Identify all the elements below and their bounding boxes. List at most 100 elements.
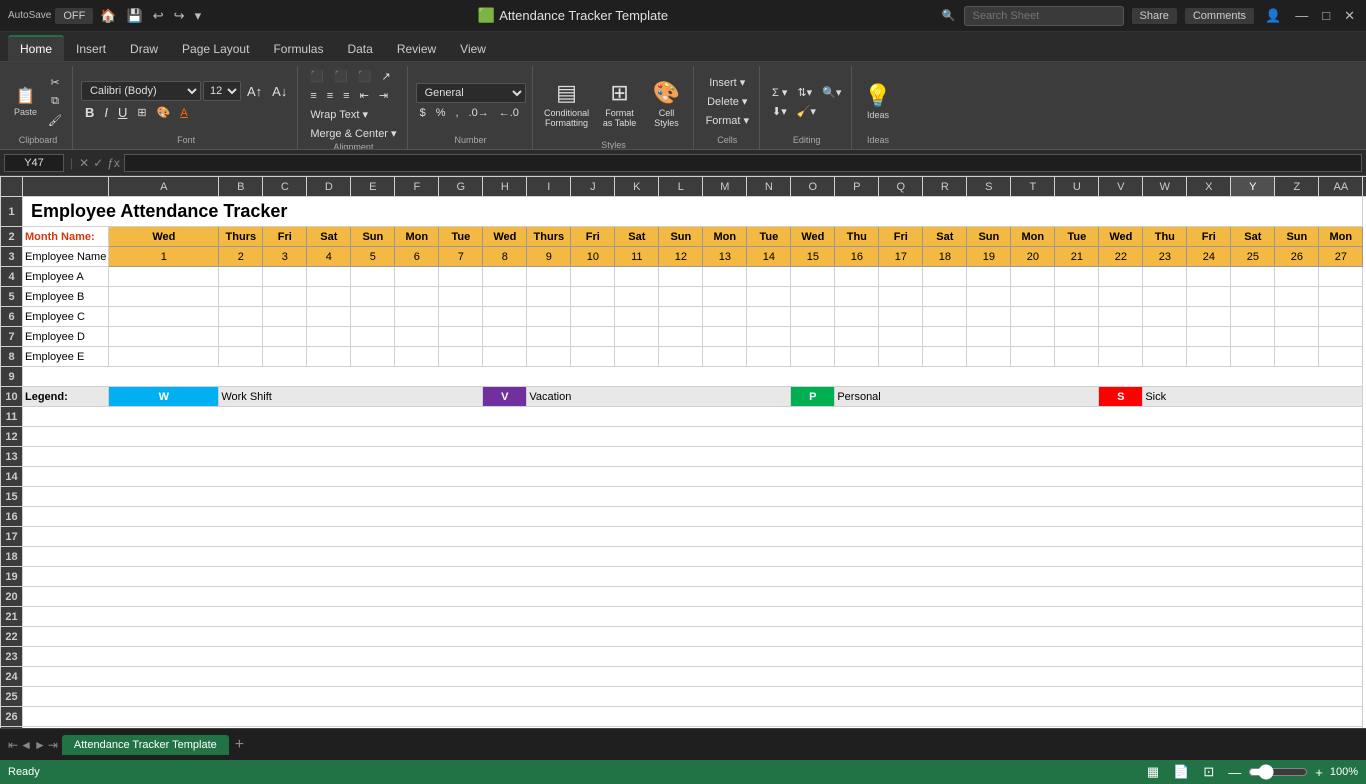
page-layout-btn[interactable]: 📄: [1170, 762, 1192, 782]
date-number-cell[interactable]: 6: [395, 247, 439, 267]
attendance-cell[interactable]: [747, 327, 791, 347]
table-row[interactable]: 13: [1, 447, 1366, 467]
day-header-cell[interactable]: Wed: [109, 227, 219, 247]
col-header-o[interactable]: O: [791, 177, 835, 197]
user-icon[interactable]: 👤: [1262, 6, 1284, 26]
sheet-area[interactable]: A B C D E F G H I J K L M N O P Q: [0, 176, 1366, 728]
attendance-cell[interactable]: [307, 307, 351, 327]
empty-row-cell[interactable]: [23, 727, 1363, 729]
date-number-cell[interactable]: 22: [1099, 247, 1143, 267]
day-header-cell[interactable]: Sat: [615, 227, 659, 247]
table-row[interactable]: 6Employee C: [1, 307, 1366, 327]
number-format-select[interactable]: General: [416, 83, 526, 103]
insert-function-icon[interactable]: ƒx: [107, 156, 120, 170]
attendance-cell[interactable]: [571, 327, 615, 347]
date-number-cell[interactable]: 4: [307, 247, 351, 267]
spreadsheet-title[interactable]: Employee Attendance Tracker: [23, 197, 1363, 227]
col-header-f[interactable]: F: [395, 177, 439, 197]
col-header-aa[interactable]: AA: [1319, 177, 1363, 197]
col-header-v[interactable]: V: [1099, 177, 1143, 197]
attendance-cell[interactable]: [1143, 347, 1187, 367]
day-header-cell[interactable]: Thurs: [527, 227, 571, 247]
attendance-cell[interactable]: [307, 287, 351, 307]
col-header-u[interactable]: U: [1055, 177, 1099, 197]
attendance-cell[interactable]: [527, 327, 571, 347]
align-top-right-btn[interactable]: ⬛: [354, 68, 376, 85]
attendance-cell[interactable]: [439, 327, 483, 347]
attendance-cell[interactable]: [879, 307, 923, 327]
zoom-out-btn[interactable]: —: [1225, 763, 1244, 782]
attendance-cell[interactable]: [351, 287, 395, 307]
col-header-d[interactable]: D: [307, 177, 351, 197]
attendance-cell[interactable]: [1187, 347, 1231, 367]
attendance-cell[interactable]: [1231, 287, 1275, 307]
empty-row-cell[interactable]: [23, 447, 1363, 467]
table-row[interactable]: 1Employee Attendance Tracker: [1, 197, 1366, 227]
formula-input[interactable]: [124, 154, 1362, 172]
empty-row-cell[interactable]: [23, 487, 1363, 507]
date-number-cell[interactable]: 19: [967, 247, 1011, 267]
date-number-cell[interactable]: 27: [1319, 247, 1363, 267]
attendance-cell[interactable]: [791, 267, 835, 287]
paste-button[interactable]: 📋 Paste: [10, 83, 41, 120]
attendance-cell[interactable]: [879, 347, 923, 367]
attendance-cell[interactable]: [615, 267, 659, 287]
table-row[interactable]: 11: [1, 407, 1366, 427]
col-header-g[interactable]: G: [439, 177, 483, 197]
day-header-cell[interactable]: Tue: [747, 227, 791, 247]
attendance-cell[interactable]: [263, 307, 307, 327]
table-row[interactable]: 21: [1, 607, 1366, 627]
attendance-cell[interactable]: [1099, 287, 1143, 307]
table-row[interactable]: 23: [1, 647, 1366, 667]
attendance-cell[interactable]: [659, 327, 703, 347]
cancel-formula-icon[interactable]: ✕: [79, 156, 89, 170]
attendance-cell[interactable]: [1231, 267, 1275, 287]
comments-button[interactable]: Comments: [1185, 8, 1254, 24]
attendance-cell[interactable]: [527, 347, 571, 367]
attendance-cell[interactable]: [967, 307, 1011, 327]
day-header-cell[interactable]: Sat: [1231, 227, 1275, 247]
day-header-cell[interactable]: Fri: [1187, 227, 1231, 247]
accounting-btn[interactable]: $: [416, 105, 430, 121]
col-header-k[interactable]: K: [615, 177, 659, 197]
clear-button[interactable]: 🧹▾: [793, 103, 820, 120]
col-header-l[interactable]: L: [659, 177, 703, 197]
empty-row-cell[interactable]: [23, 667, 1363, 687]
day-header-cell[interactable]: Sun: [1275, 227, 1319, 247]
decrease-font-btn[interactable]: A↓: [268, 82, 291, 101]
col-header-j[interactable]: J: [571, 177, 615, 197]
day-header-cell[interactable]: Thurs: [219, 227, 263, 247]
tab-data[interactable]: Data: [335, 37, 384, 61]
attendance-cell[interactable]: [1275, 327, 1319, 347]
fill-button[interactable]: ⬇▾: [768, 103, 791, 120]
insert-cells-button[interactable]: Insert ▾: [702, 74, 753, 91]
attendance-cell[interactable]: [351, 267, 395, 287]
attendance-cell[interactable]: [923, 287, 967, 307]
attendance-cell[interactable]: [1011, 327, 1055, 347]
day-header-cell[interactable]: Mon: [1011, 227, 1055, 247]
attendance-cell[interactable]: [615, 287, 659, 307]
attendance-cell[interactable]: [1231, 307, 1275, 327]
attendance-cell[interactable]: [967, 347, 1011, 367]
attendance-cell[interactable]: [219, 347, 263, 367]
empty-row-cell[interactable]: [23, 627, 1363, 647]
attendance-cell[interactable]: [1143, 327, 1187, 347]
attendance-cell[interactable]: [1319, 287, 1363, 307]
table-row[interactable]: 14: [1, 467, 1366, 487]
table-row[interactable]: 9: [1, 367, 1366, 387]
close-btn[interactable]: ✕: [1341, 6, 1358, 26]
attendance-cell[interactable]: [263, 287, 307, 307]
attendance-cell[interactable]: [1099, 347, 1143, 367]
font-size-select[interactable]: 12: [203, 81, 241, 101]
font-name-select[interactable]: Calibri (Body): [81, 81, 201, 101]
cell-styles-button[interactable]: 🎨 Cell Styles: [647, 68, 687, 140]
attendance-cell[interactable]: [571, 307, 615, 327]
employee-name-cell[interactable]: Employee A: [23, 267, 109, 287]
attendance-cell[interactable]: [791, 347, 835, 367]
attendance-cell[interactable]: [703, 287, 747, 307]
table-row[interactable]: 5Employee B: [1, 287, 1366, 307]
attendance-cell[interactable]: [1275, 267, 1319, 287]
attendance-cell[interactable]: [967, 267, 1011, 287]
attendance-cell[interactable]: [439, 347, 483, 367]
day-header-cell[interactable]: Fri: [879, 227, 923, 247]
